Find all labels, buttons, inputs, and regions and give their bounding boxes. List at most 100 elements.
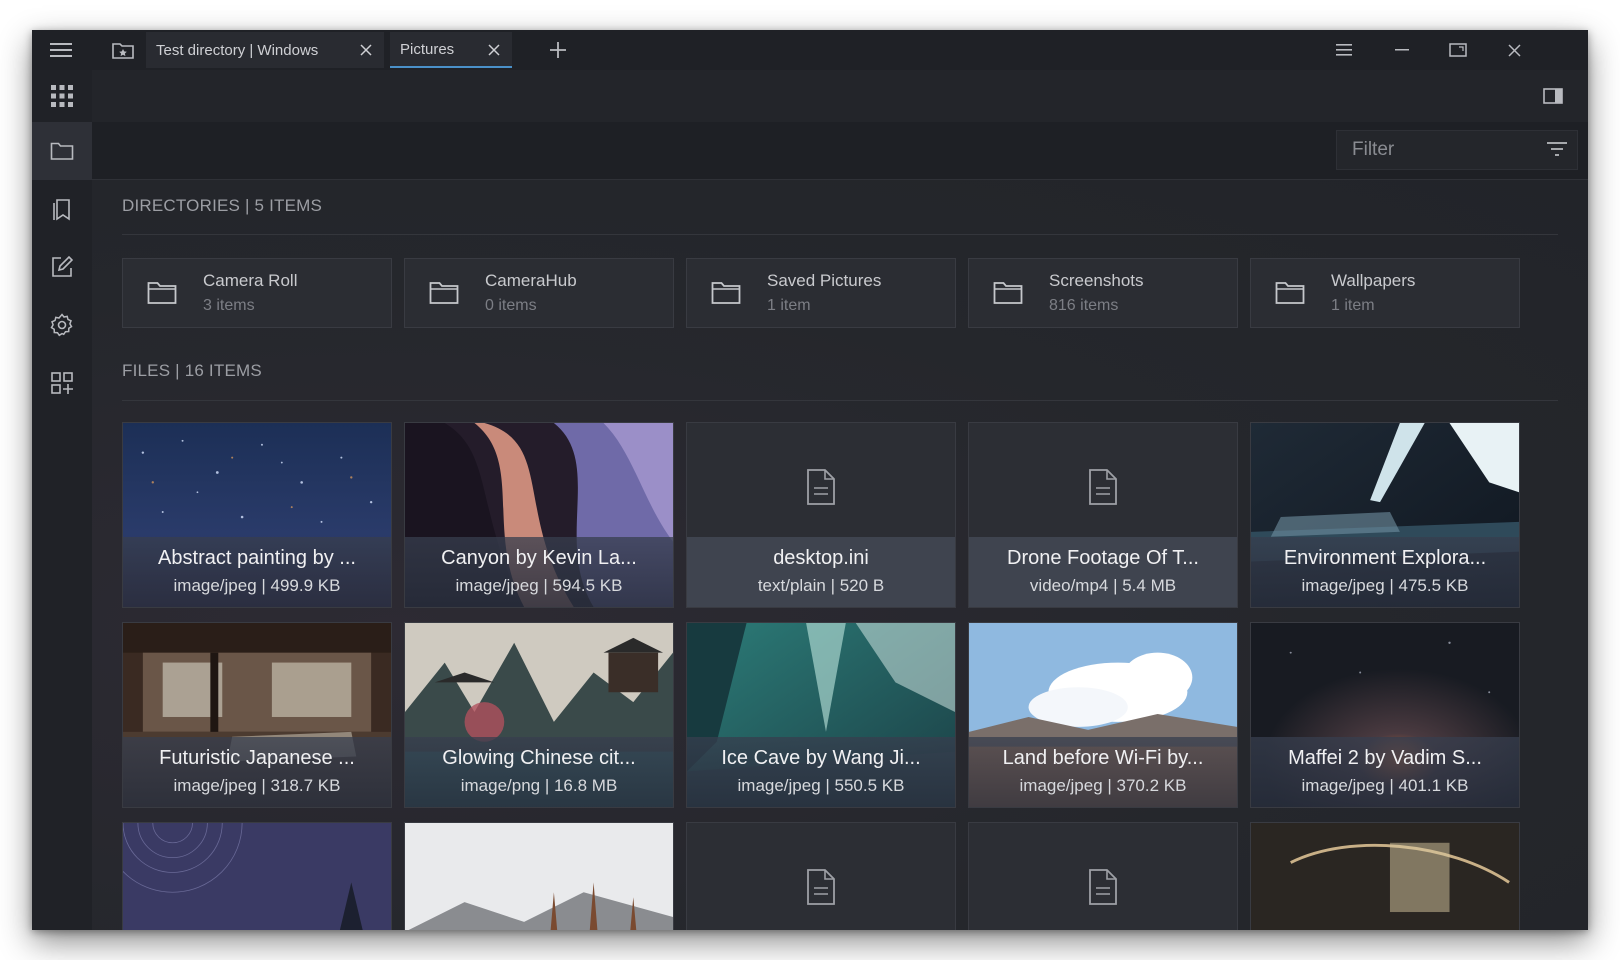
document-icon: [806, 469, 836, 510]
folder-icon: [993, 280, 1023, 311]
file-caption: Glowing Chinese cit... image/png | 16.8 M…: [405, 737, 673, 807]
toolbar: [92, 70, 1588, 122]
maximize-icon[interactable]: [1438, 30, 1478, 70]
hamburger-menu-icon[interactable]: [46, 30, 76, 70]
directory-count: 1 item: [1331, 297, 1375, 314]
file-name: Ice Cave by Wang Ji...: [721, 747, 921, 769]
content-area: DIRECTORIES | 5 ITEMS Camera Roll 3 items…: [92, 180, 1588, 930]
directory-card[interactable]: Wallpapers 1 item: [1250, 258, 1520, 328]
files-folder-icon[interactable]: [32, 122, 92, 180]
file-caption: Drone Footage Of T... video/mp4 | 5.4 MB: [969, 537, 1237, 607]
filter-input[interactable]: Filter: [1336, 130, 1578, 170]
file-name: Maffei 2 by Vadim S...: [1288, 747, 1482, 769]
minimize-icon[interactable]: [1382, 30, 1422, 70]
side-rail: [32, 70, 92, 930]
close-window-icon[interactable]: [1494, 30, 1534, 70]
folder-icon: [711, 280, 741, 311]
divider: [122, 234, 1558, 235]
bookmarks-icon[interactable]: [32, 180, 92, 238]
directory-count: 816 items: [1049, 297, 1119, 314]
title-bar: Test directory | Windows Pictures: [32, 30, 1588, 70]
filter-icon[interactable]: [1547, 141, 1567, 163]
close-tab-icon[interactable]: [356, 40, 376, 60]
file-meta: image/jpeg | 594.5 KB: [455, 576, 623, 595]
tab-pictures[interactable]: Pictures: [390, 32, 512, 68]
file-caption: Futuristic Japanese ... image/jpeg | 318.…: [123, 737, 391, 807]
files-header: FILES | 16 ITEMS: [122, 361, 262, 380]
file-card[interactable]: Ice Cave by Wang Ji... image/jpeg | 550.5…: [686, 622, 956, 808]
file-meta: image/jpeg | 499.9 KB: [173, 576, 341, 595]
file-caption: Environment Explora... image/jpeg | 475.5…: [1251, 537, 1519, 607]
file-name: Futuristic Japanese ...: [159, 747, 355, 769]
apps-grid-icon[interactable]: [32, 70, 92, 122]
file-card[interactable]: Environment Explora... image/jpeg | 475.5…: [1250, 422, 1520, 608]
directory-count: 1 item: [767, 297, 811, 314]
file-name: Drone Footage Of T...: [1007, 547, 1199, 569]
file-card[interactable]: [404, 822, 674, 930]
directory-name: Wallpapers: [1331, 271, 1416, 290]
directory-card[interactable]: Camera Roll 3 items: [122, 258, 392, 328]
menu-icon[interactable]: [1324, 30, 1364, 70]
file-caption: Ice Cave by Wang Ji... image/jpeg | 550.5…: [687, 737, 955, 807]
file-card[interactable]: Land before Wi-Fi by... image/jpeg | 370.…: [968, 622, 1238, 808]
document-icon: [1088, 469, 1118, 510]
file-name: Abstract painting by ...: [158, 547, 356, 569]
folder-icon: [1275, 280, 1305, 311]
file-card[interactable]: Abstract painting by ... image/jpeg | 499…: [122, 422, 392, 608]
file-card[interactable]: Maffei 2 by Vadim S... image/jpeg | 401.1…: [1250, 622, 1520, 808]
tab-test-directory[interactable]: Test directory | Windows: [146, 32, 384, 68]
directory-card[interactable]: Saved Pictures 1 item: [686, 258, 956, 328]
edit-icon[interactable]: [32, 238, 92, 296]
file-card[interactable]: Drone Footage Of T... video/mp4 | 5.4 MB: [968, 422, 1238, 608]
file-caption: desktop.ini text/plain | 520 B: [687, 537, 955, 607]
directory-card[interactable]: CameraHub 0 items: [404, 258, 674, 328]
starred-folder-icon[interactable]: [108, 30, 138, 70]
file-meta: image/png | 16.8 MB: [460, 776, 618, 795]
toggle-pane-icon[interactable]: [1538, 70, 1568, 122]
file-meta: image/jpeg | 401.1 KB: [1301, 776, 1469, 795]
directories-header: DIRECTORIES | 5 ITEMS: [122, 196, 323, 215]
file-card[interactable]: [686, 822, 956, 930]
directory-count: 0 items: [485, 297, 537, 314]
folder-icon: [147, 280, 177, 311]
file-caption: Land before Wi-Fi by... image/jpeg | 370.…: [969, 737, 1237, 807]
file-meta: text/plain | 520 B: [757, 576, 885, 595]
file-caption: Canyon by Kevin La... image/jpeg | 594.5 …: [405, 537, 673, 607]
app-window: Test directory | Windows Pictures Filter…: [32, 30, 1588, 930]
divider: [122, 400, 1558, 401]
directory-card[interactable]: Screenshots 816 items: [968, 258, 1238, 328]
filter-bar: Filter: [92, 122, 1588, 180]
file-meta: image/jpeg | 318.7 KB: [173, 776, 341, 795]
file-name: Canyon by Kevin La...: [441, 547, 637, 569]
file-meta: image/jpeg | 550.5 KB: [737, 776, 905, 795]
file-card[interactable]: Glowing Chinese cit... image/png | 16.8 M…: [404, 622, 674, 808]
file-card[interactable]: desktop.ini text/plain | 520 B: [686, 422, 956, 608]
file-card[interactable]: Canyon by Kevin La... image/jpeg | 594.5 …: [404, 422, 674, 608]
tab-label: Pictures: [400, 40, 455, 58]
close-tab-icon[interactable]: [484, 40, 504, 60]
document-icon: [806, 869, 836, 910]
file-name: Environment Explora...: [1283, 547, 1487, 569]
file-meta: image/jpeg | 370.2 KB: [1019, 776, 1187, 795]
folder-icon: [429, 280, 459, 311]
add-widget-icon[interactable]: [32, 354, 92, 412]
settings-gear-icon[interactable]: [32, 296, 92, 354]
file-card[interactable]: [1250, 822, 1520, 930]
document-icon: [1088, 869, 1118, 910]
file-name: desktop.ini: [773, 547, 869, 569]
new-tab-icon[interactable]: [542, 30, 574, 70]
file-card[interactable]: Futuristic Japanese ... image/jpeg | 318.…: [122, 622, 392, 808]
file-name: Glowing Chinese cit...: [442, 747, 636, 769]
directory-count: 3 items: [203, 297, 255, 314]
file-meta: video/mp4 | 5.4 MB: [1029, 576, 1177, 595]
filter-placeholder: Filter: [1352, 139, 1395, 160]
directory-name: Saved Pictures: [767, 271, 882, 290]
directory-name: CameraHub: [485, 271, 577, 290]
file-caption: Abstract painting by ... image/jpeg | 499…: [123, 537, 391, 607]
file-caption: Maffei 2 by Vadim S... image/jpeg | 401.1…: [1251, 737, 1519, 807]
tab-label: Test directory | Windows: [156, 41, 319, 59]
file-name: Land before Wi-Fi by...: [1002, 747, 1204, 769]
directory-name: Screenshots: [1049, 271, 1144, 290]
file-card[interactable]: [122, 822, 392, 930]
file-card[interactable]: [968, 822, 1238, 930]
